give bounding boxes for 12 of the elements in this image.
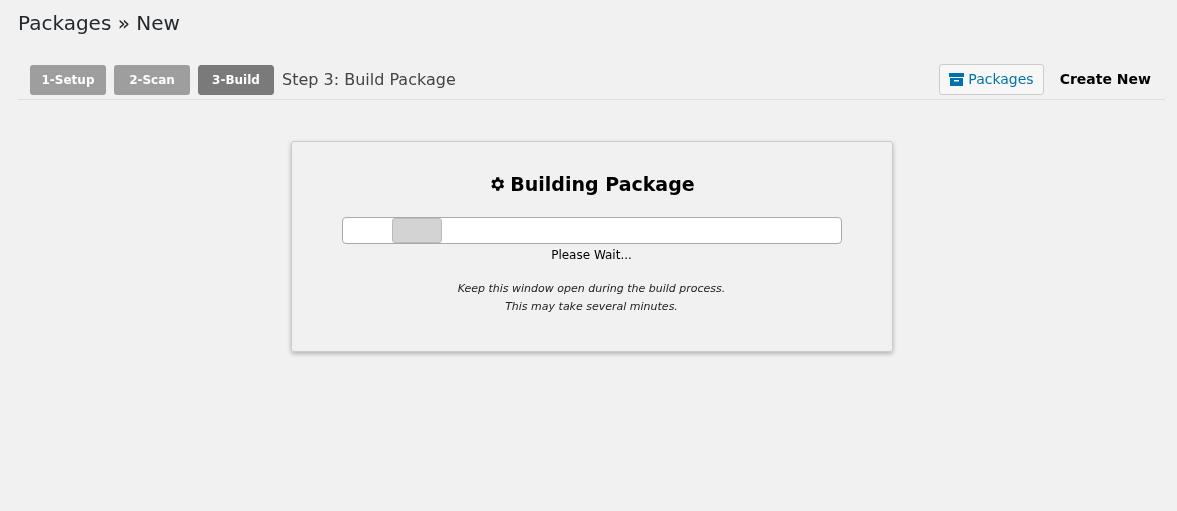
note-text: This may take several minutes. (504, 298, 679, 315)
panel-title: Building Package (510, 172, 695, 197)
step-tab[interactable]: 1-Setup (30, 64, 106, 95)
step-tab[interactable]: 3-Build (198, 64, 274, 95)
page-title: Packages » New (18, 10, 181, 36)
step-title: Step 3: Build Package (282, 68, 456, 91)
note-text: Keep this window open during the build process. (456, 280, 727, 297)
archive-box-icon (949, 73, 965, 86)
step-tab[interactable]: 2-Scan (114, 64, 190, 95)
packages-button[interactable]: Packages (939, 64, 1044, 95)
create-new-link[interactable]: Create New (1059, 69, 1151, 90)
status-text: Please Wait... (550, 246, 633, 264)
